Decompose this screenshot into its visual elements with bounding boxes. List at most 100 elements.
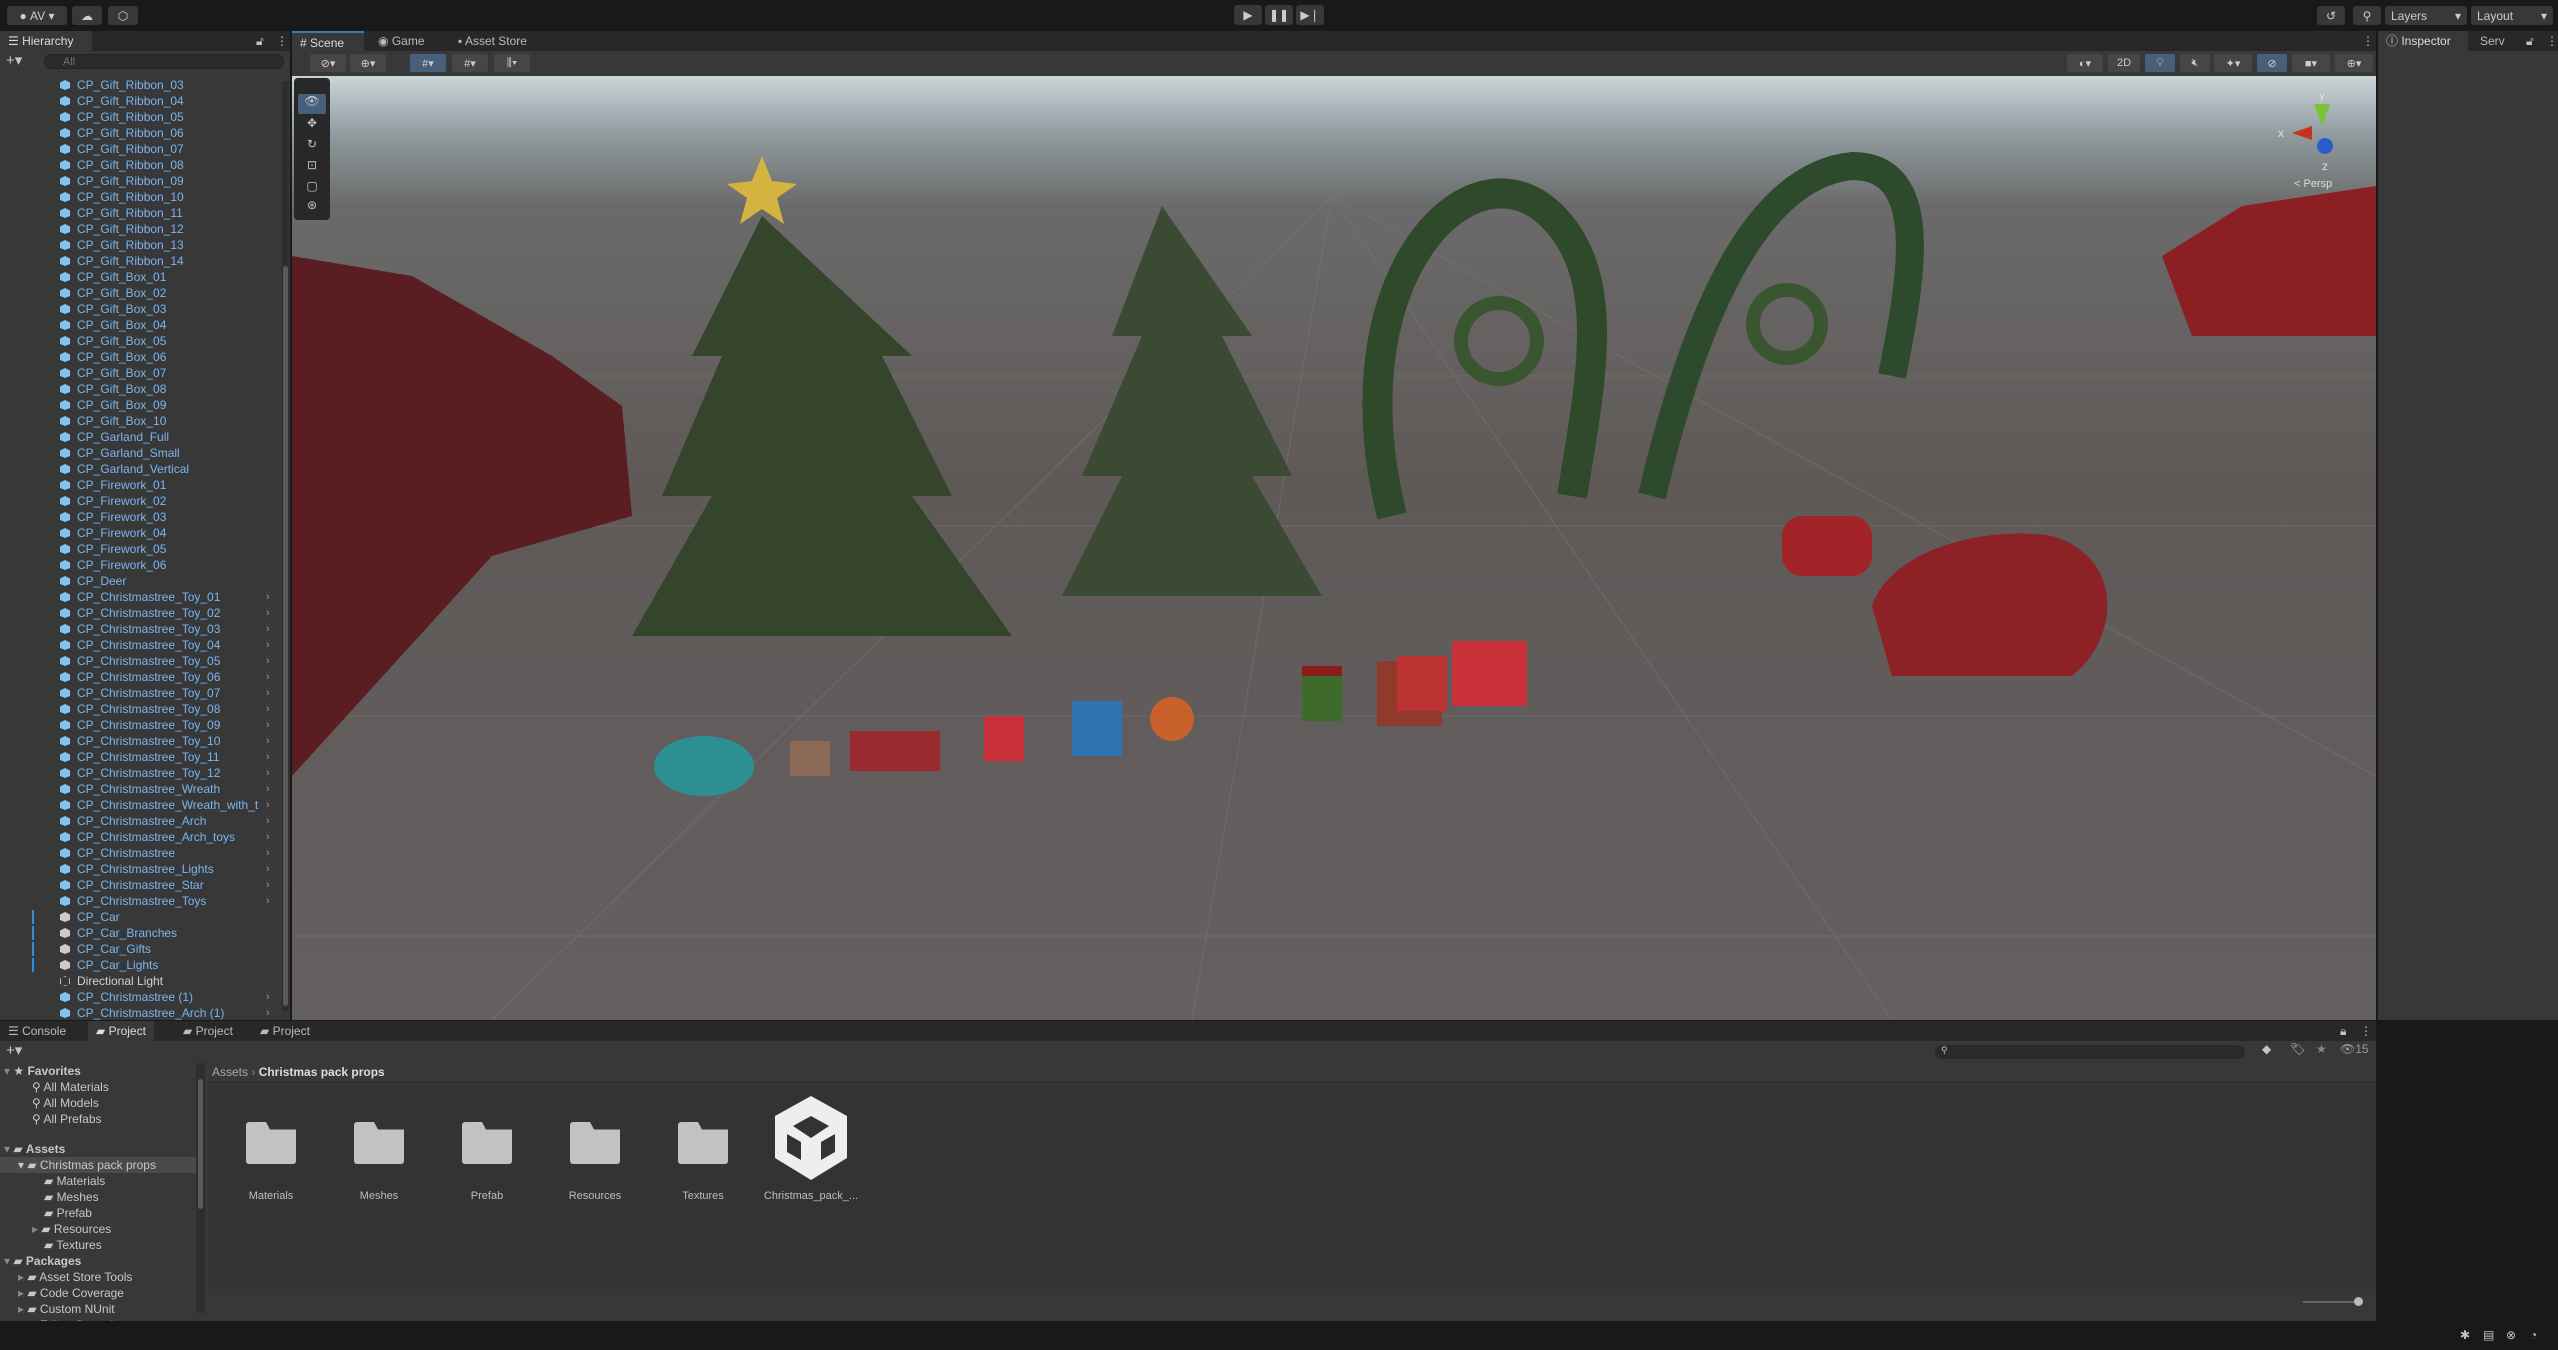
grid-toggle[interactable]: #▾ (410, 54, 446, 72)
hidden-packages-toggle[interactable]: 👁︎15 (2340, 1042, 2369, 1056)
hierarchy-item[interactable]: CP_Christmastree › (0, 845, 282, 861)
favorite-item[interactable]: ⚲ All Materials (32, 1079, 109, 1095)
package-item[interactable]: ▸ ▰ Asset Store Tools (18, 1269, 132, 1285)
chevron-right-icon[interactable]: › (266, 685, 270, 701)
hierarchy-item[interactable]: CP_Gift_Ribbon_06 (0, 125, 282, 141)
project-tree-scrollbar[interactable] (196, 1063, 205, 1313)
hierarchy-item[interactable]: CP_Firework_05 (0, 541, 282, 557)
audio-toggle[interactable]: 🔇︎ (2180, 54, 2210, 72)
assets-folder[interactable]: ▾ ▰ Assets (4, 1141, 65, 1157)
create-button[interactable]: +▾ (6, 1041, 22, 1059)
folder-item[interactable]: ▰ Textures (44, 1237, 102, 1253)
camera-orbit-dropdown[interactable]: ◐▾ (2067, 54, 2103, 72)
chevron-right-icon[interactable]: › (266, 861, 270, 877)
hierarchy-item[interactable]: CP_Christmastree_Arch_toys › (0, 829, 282, 845)
more-icon[interactable]: ⋮ (2362, 34, 2374, 48)
hierarchy-item[interactable]: CP_Gift_Box_06 (0, 349, 282, 365)
hierarchy-item[interactable]: CP_Gift_Ribbon_10 (0, 189, 282, 205)
folder-item[interactable]: ▰ Prefab (44, 1205, 92, 1221)
lock-icon[interactable]: 🔓︎ (256, 34, 264, 49)
tab-project-3[interactable]: ▰ Project (252, 1021, 318, 1041)
play-button[interactable]: ▶ (1234, 5, 1262, 25)
search-button[interactable]: ⚲ (2353, 6, 2381, 25)
expand-arrow-icon[interactable]: ▾ (0, 1158, 27, 1172)
chevron-right-icon[interactable]: › (266, 653, 270, 669)
filter-label-icon[interactable]: 🏷︎ (2290, 1042, 2305, 1056)
tab-inspector[interactable]: ⓘ Inspector (2378, 31, 2468, 51)
hierarchy-item[interactable]: CP_Gift_Box_07 (0, 365, 282, 381)
lock-icon[interactable]: 🔓︎ (2526, 34, 2534, 49)
hierarchy-item[interactable]: CP_Deer (0, 573, 282, 589)
cloud-button[interactable]: ☁ (72, 6, 102, 25)
expand-arrow-icon[interactable]: ▸ (18, 1318, 27, 1321)
hierarchy-scrollbar[interactable] (282, 81, 289, 1011)
scene-viewport[interactable]: 👁︎ ✥ ↻ ⊡ ▢ ⊛ y x z < Persp (292, 76, 2376, 1020)
hierarchy-item[interactable]: CP_Christmastree_Toy_01 › (0, 589, 282, 605)
move-tool[interactable]: ✥ (298, 116, 326, 136)
add-button[interactable]: +▾ (6, 51, 22, 69)
chevron-right-icon[interactable]: › (266, 877, 270, 893)
asset-item[interactable]: Textures (653, 1094, 753, 1204)
chevron-right-icon[interactable]: › (266, 845, 270, 861)
hierarchy-item[interactable]: CP_Firework_01 (0, 477, 282, 493)
tab-game[interactable]: ◉ Game (370, 31, 433, 51)
hierarchy-item[interactable]: CP_Car_Gifts (0, 941, 282, 957)
more-icon[interactable]: ⋮ (276, 34, 288, 48)
hierarchy-item[interactable]: CP_Gift_Ribbon_03 (0, 77, 282, 93)
chevron-right-icon[interactable]: › (266, 813, 270, 829)
filter-type-icon[interactable]: ◆ (2262, 1042, 2271, 1056)
chevron-right-icon[interactable]: › (266, 669, 270, 685)
expand-arrow-icon[interactable]: ▾ (4, 1142, 13, 1156)
hierarchy-item[interactable]: CP_Christmastree_Star › (0, 877, 282, 893)
hierarchy-item[interactable]: CP_Christmastree_Toy_09 › (0, 717, 282, 733)
asset-item[interactable]: Resources (545, 1094, 645, 1204)
breadcrumb-assets[interactable]: Assets (212, 1065, 248, 1079)
chevron-right-icon[interactable]: › (266, 749, 270, 765)
hierarchy-item[interactable]: CP_Gift_Ribbon_09 (0, 173, 282, 189)
layout-dropdown[interactable]: Layout ▾ (2471, 6, 2553, 25)
chevron-right-icon[interactable]: › (266, 797, 270, 813)
asset-item[interactable]: Materials (221, 1094, 321, 1204)
draw-mode-dropdown[interactable]: ⊘▾ (310, 54, 346, 72)
hierarchy-item[interactable]: CP_Firework_04 (0, 525, 282, 541)
chevron-right-icon[interactable]: › (266, 989, 270, 1005)
rect-tool[interactable]: ▢ (298, 179, 326, 199)
hierarchy-item[interactable]: CP_Gift_Ribbon_05 (0, 109, 282, 125)
account-button[interactable]: ● AV ▾ (7, 6, 67, 25)
expand-arrow-icon[interactable]: ▾ (4, 1254, 13, 1268)
expand-arrow-icon[interactable]: ▸ (18, 1270, 27, 1284)
hierarchy-item[interactable]: CP_Christmastree_Toy_11 › (0, 749, 282, 765)
chevron-right-icon[interactable]: › (266, 621, 270, 637)
camera-dropdown[interactable]: ■▾ (2292, 54, 2330, 72)
hierarchy-item[interactable]: CP_Firework_06 (0, 557, 282, 573)
chevron-right-icon[interactable]: › (266, 605, 270, 621)
services-button[interactable]: ⬡ (108, 6, 138, 25)
hierarchy-item[interactable]: CP_Christmastree_Toy_05 › (0, 653, 282, 669)
expand-arrow-icon[interactable]: ▾ (4, 1064, 13, 1078)
hierarchy-item[interactable]: CP_Gift_Box_01 (0, 269, 282, 285)
hierarchy-item[interactable]: CP_Car (0, 909, 282, 925)
hierarchy-item[interactable]: CP_Christmastree_Toy_07 › (0, 685, 282, 701)
chevron-right-icon[interactable]: › (266, 637, 270, 653)
favorite-item[interactable]: ⚲ All Models (32, 1095, 99, 1111)
tab-project[interactable]: ▰ Project (88, 1021, 154, 1041)
favorites-header[interactable]: ▾ ★ Favorites (4, 1063, 81, 1079)
favorite-star-icon[interactable]: ★ (2316, 1042, 2327, 1056)
hierarchy-item[interactable]: CP_Gift_Box_04 (0, 317, 282, 333)
global-dropdown[interactable]: ⊕▾ (350, 54, 386, 72)
progress-icon[interactable]: ◔ (2530, 1328, 2537, 1342)
expand-arrow-icon[interactable]: ▸ (32, 1222, 41, 1236)
hierarchy-item[interactable]: CP_Gift_Ribbon_12 (0, 221, 282, 237)
hierarchy-item[interactable]: CP_Gift_Box_08 (0, 381, 282, 397)
pause-button[interactable]: ❚❚ (1265, 5, 1293, 25)
hierarchy-item[interactable]: CP_Firework_03 (0, 509, 282, 525)
expand-arrow-icon[interactable]: ▸ (18, 1286, 27, 1300)
hierarchy-item[interactable]: CP_Gift_Box_09 (0, 397, 282, 413)
hierarchy-item[interactable]: CP_Christmastree_Lights › (0, 861, 282, 877)
hierarchy-item[interactable]: CP_Christmastree_Toy_12 › (0, 765, 282, 781)
gizmos-dropdown[interactable]: ⊕▾ (2335, 54, 2373, 72)
tab-console[interactable]: ☰ Console (0, 1021, 74, 1041)
hierarchy-item[interactable]: CP_Christmastree_Toy_04 › (0, 637, 282, 653)
projection-label[interactable]: < Persp (2294, 178, 2332, 190)
hierarchy-search-input[interactable] (44, 54, 284, 69)
